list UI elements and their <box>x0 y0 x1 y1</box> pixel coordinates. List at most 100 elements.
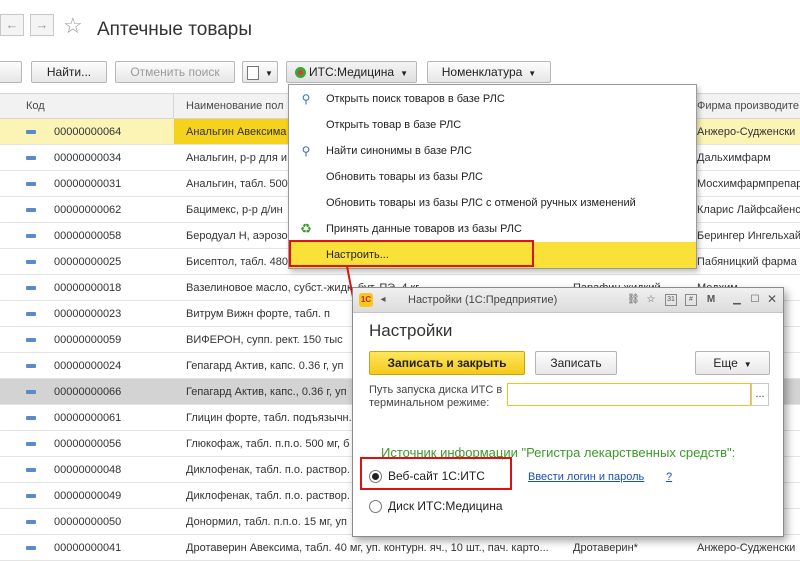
menu-item-update-products[interactable]: Обновить товары из базы РЛС <box>289 164 696 190</box>
search-icon: ⚲ <box>301 92 311 106</box>
item-marker-icon <box>26 442 36 446</box>
cell-firm: Кларис Лайфсайенс <box>697 204 800 216</box>
enter-login-link[interactable]: Ввести логин и пароль <box>528 471 644 483</box>
item-marker-icon <box>26 338 36 342</box>
close-icon[interactable]: ✕ <box>766 293 778 306</box>
item-marker-icon <box>26 156 36 160</box>
item-marker-icon <box>26 546 36 550</box>
find-button[interactable]: Найти... <box>31 61 107 83</box>
cell-code: 00000000023 <box>54 308 122 320</box>
back-button[interactable]: ← <box>0 14 24 36</box>
toolbar-left-button[interactable] <box>0 61 22 83</box>
recycle-icon: ♻ <box>300 221 312 236</box>
column-header-code[interactable]: Код <box>26 100 45 112</box>
item-marker-icon <box>26 208 36 212</box>
dialog-titlebar: 1C ◂ Настройки (1С:Предприятие) ⛓ ☆ 31 #… <box>353 288 783 313</box>
item-marker-icon <box>26 416 36 420</box>
chevron-down-icon: ▼ <box>265 69 273 78</box>
calendar-icon[interactable]: 31 <box>665 294 677 306</box>
item-marker-icon <box>26 182 36 186</box>
cell-code: 00000000066 <box>54 386 122 398</box>
1c-logo-icon: 1C <box>359 293 373 307</box>
nomenclature-menu-button[interactable]: Номенклатура ▼ <box>427 61 551 83</box>
column-header-name[interactable]: Наименование пол <box>186 100 284 112</box>
settings-dialog: 1C ◂ Настройки (1С:Предприятие) ⛓ ☆ 31 #… <box>352 287 784 537</box>
minimize-icon[interactable]: ▁ <box>731 293 743 306</box>
item-marker-icon <box>26 494 36 498</box>
favorite-star-icon[interactable]: ☆ <box>63 15 83 37</box>
forward-button[interactable]: → <box>30 14 54 36</box>
cell-firm: Анжеро-Судженски <box>697 542 796 554</box>
arrow-left-icon: ← <box>5 17 19 32</box>
menu-item-open-search[interactable]: ⚲ Открыть поиск товаров в базе РЛС <box>289 86 696 112</box>
cell-code: 00000000059 <box>54 334 122 346</box>
cell-name: Дротаверин Авексима, табл. 40 мг, уп. ко… <box>186 542 549 554</box>
dialog-heading: Настройки <box>369 321 453 340</box>
item-marker-icon <box>26 130 36 134</box>
menu-item-update-products-reset[interactable]: Обновить товары из базы РЛС с отменой ру… <box>289 190 696 216</box>
browse-button[interactable]: ... <box>751 383 769 406</box>
item-marker-icon <box>26 468 36 472</box>
chevron-down-icon: ▼ <box>528 69 537 78</box>
cell-firm: Берингер Ингельхай <box>697 230 800 242</box>
item-marker-icon <box>26 312 36 316</box>
item-marker-icon <box>26 364 36 368</box>
save-and-close-button[interactable]: Записать и закрыть <box>369 351 525 375</box>
report-icon <box>247 65 260 80</box>
its-path-input[interactable] <box>507 383 751 406</box>
cell-code: 00000000031 <box>54 178 122 190</box>
item-marker-icon <box>26 234 36 238</box>
item-marker-icon <box>26 390 36 394</box>
its-path-label: Путь запуска диска ИТС в терминальном ре… <box>369 384 503 409</box>
cell-code: 00000000025 <box>54 256 122 268</box>
save-button[interactable]: Записать <box>535 351 617 375</box>
dialog-window-title: Настройки (1С:Предприятие) <box>408 294 558 306</box>
maximize-icon[interactable]: ☐ <box>749 293 761 306</box>
menu-item-find-synonyms[interactable]: ⚲ Найти синонимы в базе РЛС <box>289 138 696 164</box>
item-marker-icon <box>26 260 36 264</box>
link-icon[interactable]: ⛓ <box>627 293 640 306</box>
cell-firm: Пабяницкий фарма <box>697 256 797 268</box>
cell-code: 00000000050 <box>54 516 122 528</box>
memory-icon[interactable]: M <box>705 293 717 306</box>
cell-code: 00000000056 <box>54 438 122 450</box>
cell-code: 00000000064 <box>54 126 122 138</box>
page-title: Аптечные товары <box>97 19 253 40</box>
radio-unselected-icon <box>369 500 382 513</box>
back-icon[interactable]: ◂ <box>377 293 389 306</box>
calculator-icon[interactable]: # <box>685 294 697 306</box>
cell-substance: Дротаверин* <box>573 542 638 554</box>
cell-code: 00000000041 <box>54 542 122 554</box>
column-divider <box>173 94 174 118</box>
menu-item-accept-data[interactable]: ♻ Принять данные товаров из базы РЛС <box>289 216 696 242</box>
cell-code: 00000000062 <box>54 204 122 216</box>
cancel-search-button[interactable]: Отменить поиск <box>115 61 235 83</box>
cell-code: 00000000034 <box>54 152 122 164</box>
help-link[interactable]: ? <box>666 471 672 483</box>
search-synonyms-icon: ⚲ <box>301 144 311 158</box>
its-medicine-menu-button[interactable]: ИТС:Медицина ▼ <box>286 61 417 83</box>
cell-code: 00000000049 <box>54 490 122 502</box>
cell-code: 00000000061 <box>54 412 122 424</box>
report-dropdown-button[interactable]: ▼ <box>242 61 278 83</box>
cell-firm: Анжеро-Судженски <box>697 126 796 138</box>
chevron-down-icon: ▼ <box>400 69 408 78</box>
annotation-box-web-option <box>360 457 512 490</box>
table-row[interactable]: 00000000041 Дротаверин Авексима, табл. 40… <box>0 535 800 561</box>
its-icon <box>295 67 306 79</box>
item-marker-icon <box>26 520 36 524</box>
cell-firm: Мосхимфармпрепар <box>697 178 800 190</box>
item-marker-icon <box>26 286 36 290</box>
cell-code: 00000000018 <box>54 282 122 294</box>
favorite-star-icon[interactable]: ☆ <box>645 293 657 306</box>
cell-code: 00000000048 <box>54 464 122 476</box>
cell-firm: Дальхимфарм <box>697 152 771 164</box>
cell-code: 00000000058 <box>54 230 122 242</box>
annotation-box-settings <box>289 240 534 267</box>
chevron-down-icon: ▼ <box>743 360 752 369</box>
column-header-firm[interactable]: Фирма производите <box>697 100 799 112</box>
arrow-right-icon: → <box>35 17 49 32</box>
menu-item-open-product[interactable]: Открыть товар в базе РЛС <box>289 112 696 138</box>
cell-code: 00000000024 <box>54 360 122 372</box>
more-button[interactable]: Еще ▼ <box>695 351 770 375</box>
